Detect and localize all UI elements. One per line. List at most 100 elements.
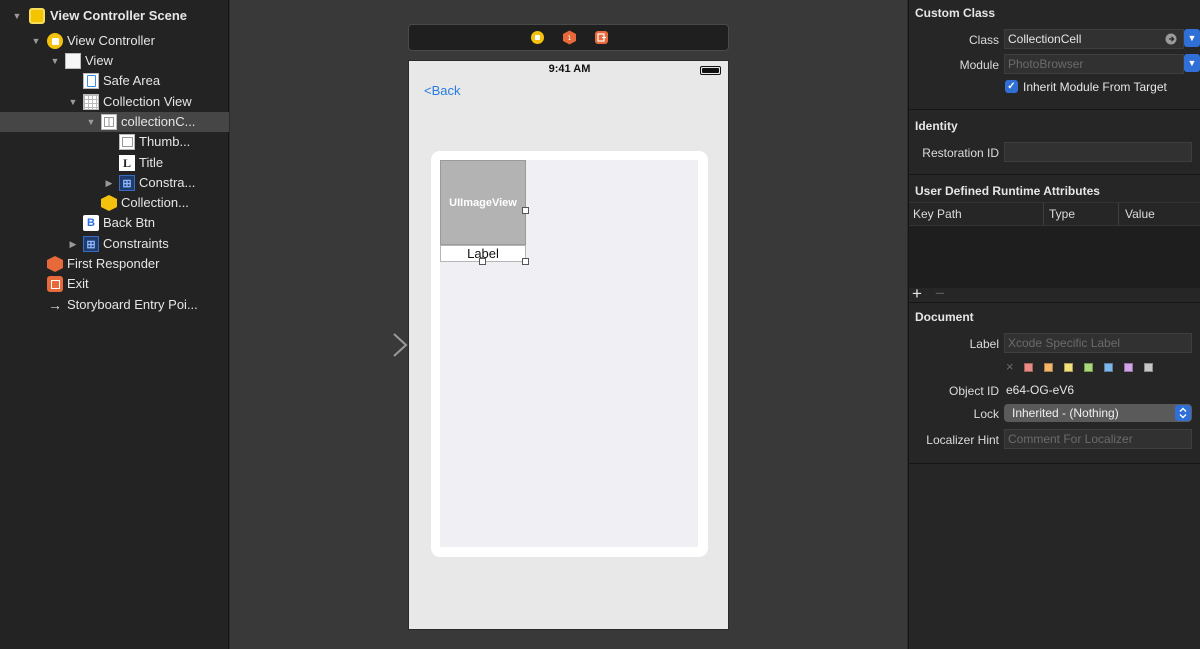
- resize-handle-bottom[interactable]: [479, 258, 486, 265]
- object-id-label: Object ID: [948, 384, 999, 398]
- outline-item-label: First Responder: [67, 256, 160, 271]
- first-responder-icon[interactable]: 1: [562, 30, 577, 45]
- outline-item-label: Exit: [67, 276, 89, 291]
- outline-item[interactable]: Collection...: [0, 193, 229, 213]
- clear-color-icon[interactable]: ×: [1006, 359, 1014, 374]
- chevron-down-icon: ▼: [1187, 58, 1197, 68]
- outline-item-label: Back Btn: [103, 215, 156, 230]
- outline-item-label: View: [85, 53, 113, 68]
- image-view-icon: [119, 134, 135, 150]
- iphone-frame[interactable]: 9:41 AM <Back UIImageView Label: [408, 60, 729, 630]
- outline-item[interactable]: Safe Area: [0, 71, 229, 91]
- localizer-hint-placeholder: Comment For Localizer: [1008, 432, 1133, 446]
- localizer-hint-field[interactable]: Comment For Localizer: [1004, 429, 1192, 449]
- outline-item-label: Collection View: [103, 94, 192, 109]
- outline-item[interactable]: Exit: [0, 274, 229, 294]
- custom-class-title: Custom Class: [915, 6, 996, 20]
- view-icon: [65, 53, 81, 69]
- disclosure-collapsed-icon[interactable]: ▶: [104, 178, 114, 188]
- section-divider: [909, 174, 1200, 175]
- safe-area-icon: [83, 73, 99, 89]
- add-attribute-button[interactable]: +: [912, 284, 922, 304]
- outline-item-label: View Controller Scene: [50, 8, 188, 23]
- key-path-column-header[interactable]: Key Path: [913, 207, 962, 221]
- outline-item-label: Title: [139, 155, 164, 170]
- outline-item[interactable]: Thumb...: [0, 132, 229, 152]
- color-swatch[interactable]: [1124, 363, 1133, 372]
- disclosure-expanded-icon[interactable]: ▼: [86, 117, 96, 127]
- outline-item[interactable]: ▼ Collection View: [0, 92, 229, 112]
- module-field[interactable]: PhotoBrowser: [1004, 54, 1184, 74]
- cube-icon: [101, 195, 117, 211]
- thumbnail-image-view[interactable]: UIImageView: [440, 160, 526, 245]
- outline-item-label: collectionC...: [121, 114, 196, 129]
- disclosure-expanded-icon[interactable]: ▼: [68, 97, 78, 107]
- view-controller-icon[interactable]: [530, 30, 545, 45]
- outline-item-label: Constra...: [139, 175, 196, 190]
- disclosure-collapsed-icon[interactable]: ▶: [68, 239, 78, 249]
- class-dropdown-button[interactable]: ▼: [1184, 29, 1200, 47]
- outline-item[interactable]: ▶ ⊞ Constraints: [0, 234, 229, 254]
- document-title: Document: [915, 310, 974, 324]
- outline-item-label: View Controller: [67, 33, 155, 48]
- color-swatch[interactable]: [1104, 363, 1113, 372]
- color-swatch[interactable]: [1084, 363, 1093, 372]
- color-swatch[interactable]: [1064, 363, 1073, 372]
- restoration-id-field[interactable]: [1004, 142, 1192, 162]
- navigate-arrow-icon[interactable]: [1165, 33, 1177, 48]
- outline-item[interactable]: First Responder: [0, 254, 229, 274]
- document-label-label: Label: [969, 337, 999, 351]
- class-field[interactable]: CollectionCell: [1004, 29, 1184, 49]
- scene-icon: [29, 8, 45, 24]
- button-icon: B: [83, 215, 99, 231]
- collection-view-icon: [83, 94, 99, 110]
- constraints-icon: ⊞: [83, 236, 99, 252]
- disclosure-expanded-icon[interactable]: ▼: [50, 56, 60, 66]
- outline-item[interactable]: ▼ View: [0, 51, 229, 71]
- module-placeholder: PhotoBrowser: [1008, 57, 1084, 71]
- svg-text:1: 1: [568, 35, 572, 42]
- module-dropdown-button[interactable]: ▼: [1184, 54, 1200, 72]
- disclosure-expanded-icon[interactable]: ▼: [31, 36, 41, 46]
- lock-select[interactable]: Inherited - (Nothing): [1004, 404, 1192, 422]
- constraints-icon: ⊞: [119, 175, 135, 191]
- outline-item[interactable]: ▶ ⊞ Constra...: [0, 173, 229, 193]
- column-divider: [1118, 203, 1119, 227]
- disclosure-expanded-icon[interactable]: ▼: [12, 11, 22, 21]
- document-label-field[interactable]: Xcode Specific Label: [1004, 333, 1192, 353]
- restoration-id-label: Restoration ID: [922, 146, 999, 160]
- scene-dock: 1: [408, 24, 729, 51]
- collection-view-content[interactable]: UIImageView Label: [440, 160, 698, 547]
- document-label-placeholder: Xcode Specific Label: [1008, 336, 1121, 350]
- outline-item[interactable]: ▼ View Controller Scene: [0, 6, 229, 26]
- remove-attribute-button[interactable]: −: [935, 284, 945, 304]
- color-swatch[interactable]: [1024, 363, 1033, 372]
- outline-item[interactable]: L Title: [0, 153, 229, 173]
- label-icon: L: [119, 155, 135, 171]
- outline-item[interactable]: ▼ collectionC...: [0, 112, 229, 132]
- section-divider: [909, 302, 1200, 303]
- identity-inspector: Custom Class Class CollectionCell ▼ Modu…: [908, 0, 1200, 649]
- resize-handle-bottom-right[interactable]: [522, 258, 529, 265]
- storyboard-entry-arrow[interactable]: [322, 330, 408, 360]
- storyboard-canvas[interactable]: 1 9:41 AM <Back UIImageView Label: [230, 0, 907, 649]
- checkmark-icon: ✓: [1007, 81, 1016, 92]
- back-button[interactable]: <Back: [424, 83, 461, 98]
- collection-view[interactable]: UIImageView Label: [431, 151, 708, 557]
- udra-table-body[interactable]: [909, 226, 1200, 288]
- outline-item[interactable]: B Back Btn: [0, 213, 229, 233]
- document-outline: ▼ View Controller Scene ▼ View Controller ▼ V…: [0, 0, 229, 649]
- inherit-module-checkbox[interactable]: ✓: [1005, 80, 1018, 93]
- type-column-header[interactable]: Type: [1049, 207, 1075, 221]
- exit-icon: [47, 276, 63, 292]
- outline-item[interactable]: ▼ View Controller: [0, 31, 229, 51]
- outline-item[interactable]: → Storyboard Entry Poi...: [0, 295, 229, 315]
- resize-handle-right[interactable]: [522, 207, 529, 214]
- udra-table-header: Key Path Type Value: [909, 202, 1200, 227]
- exit-icon[interactable]: [594, 30, 609, 45]
- value-column-header[interactable]: Value: [1125, 207, 1155, 221]
- color-swatch[interactable]: [1144, 363, 1153, 372]
- color-swatch[interactable]: [1044, 363, 1053, 372]
- outline-item-label: Safe Area: [103, 73, 161, 88]
- first-responder-icon: [47, 256, 63, 272]
